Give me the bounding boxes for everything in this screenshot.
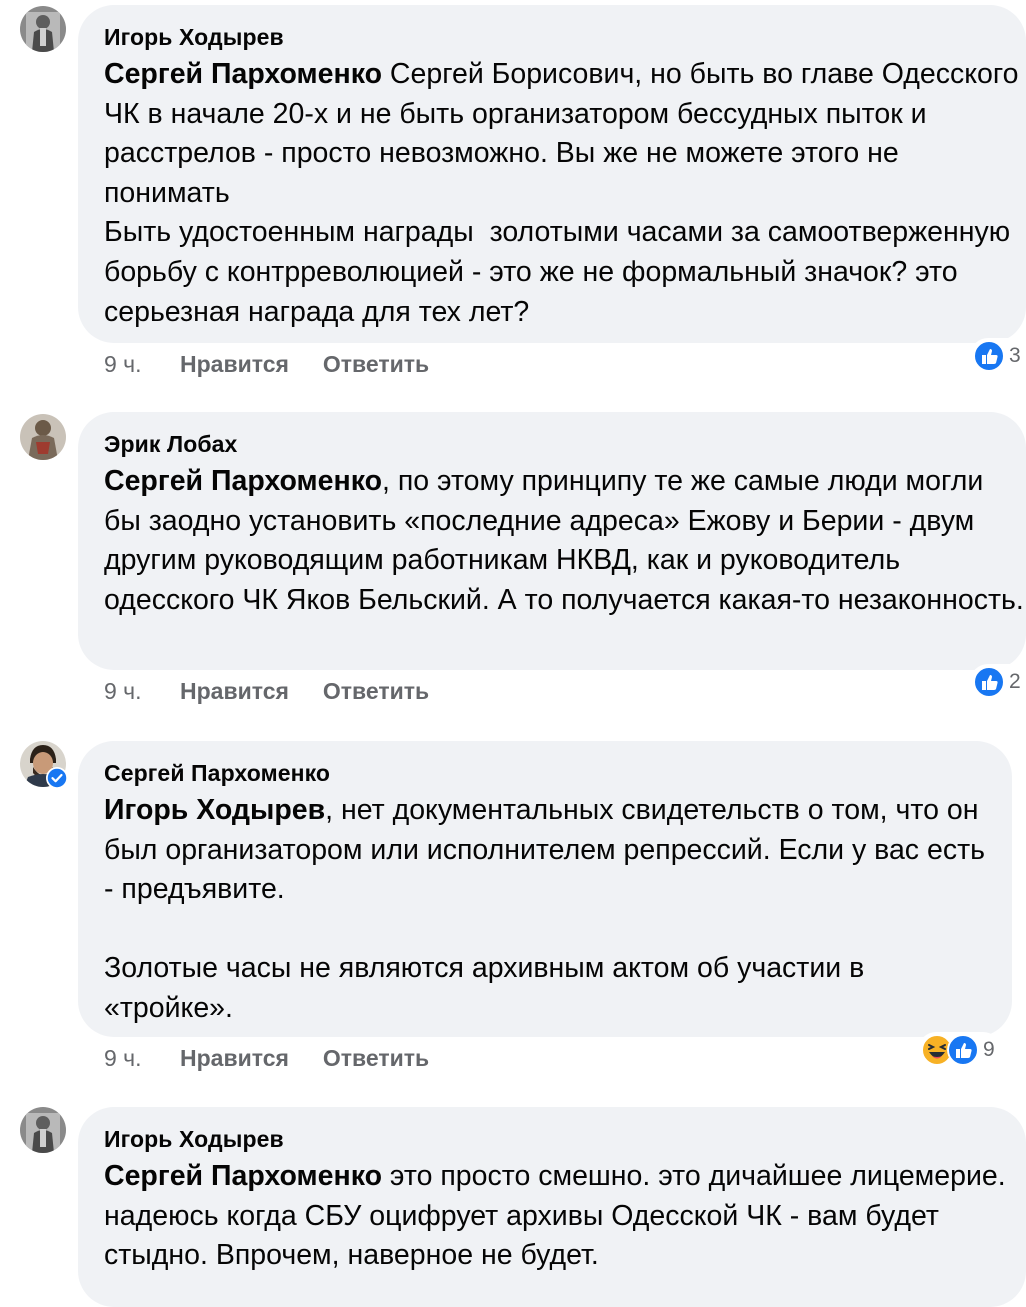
comment-text: Игорь Ходырев, нет документальных свидет…: [104, 791, 1012, 1029]
comment-author[interactable]: Эрик Лобах: [104, 430, 1026, 458]
comment-meta: 9 ч. Нравится Ответить: [104, 677, 429, 705]
mention-link[interactable]: Сергей Пархоменко: [104, 58, 382, 90]
comment-time[interactable]: 9 ч.: [104, 1044, 180, 1072]
reaction-count: 2: [1009, 670, 1021, 693]
comment-bubble: Игорь Ходырев Сергей Пархоменко Сергей Б…: [78, 5, 1026, 343]
reaction-count: 9: [983, 1038, 995, 1061]
like-icon: [947, 1034, 979, 1066]
like-button[interactable]: Нравится: [180, 350, 289, 378]
reaction-summary[interactable]: 3: [970, 338, 1026, 374]
verified-badge-icon: [46, 767, 68, 789]
reply-button[interactable]: Ответить: [323, 677, 429, 705]
mention-link[interactable]: Сергей Пархоменко: [104, 465, 382, 497]
avatar[interactable]: [20, 1107, 66, 1153]
mention-link[interactable]: Сергей Пархоменко: [104, 1160, 382, 1192]
reply-button[interactable]: Ответить: [323, 350, 429, 378]
mention-link[interactable]: Игорь Ходырев: [104, 794, 325, 826]
comment-time[interactable]: 9 ч.: [104, 677, 180, 705]
comment-text: Сергей Пархоменко Сергей Борисович, но б…: [104, 55, 1026, 332]
comment-author[interactable]: Игорь Ходырев: [104, 23, 1026, 51]
comment-body: Сергей Борисович, но быть во главе Одесс…: [104, 58, 1019, 328]
comment-time[interactable]: 9 ч.: [104, 350, 180, 378]
like-icon: [973, 666, 1005, 698]
comment-text: Сергей Пархоменко, по этому принципу те …: [104, 462, 1026, 620]
avatar[interactable]: [20, 6, 66, 52]
like-button[interactable]: Нравится: [180, 677, 289, 705]
reaction-count: 3: [1009, 344, 1021, 367]
comment-body: , нет документальных свидетельств о том,…: [104, 794, 985, 1024]
comment-bubble: Игорь Ходырев Сергей Пархоменко это прос…: [78, 1107, 1026, 1307]
avatar[interactable]: [20, 414, 66, 460]
comment-meta: 9 ч. Нравится Ответить: [104, 350, 429, 378]
comment-meta: 9 ч. Нравится Ответить: [104, 1044, 429, 1072]
comment-author[interactable]: Игорь Ходырев: [104, 1125, 1026, 1153]
reaction-summary[interactable]: 9: [918, 1032, 1001, 1068]
comment-bubble: Сергей Пархоменко Игорь Ходырев, нет док…: [78, 741, 1012, 1037]
comment-bubble: Эрик Лобах Сергей Пархоменко, по этому п…: [78, 412, 1026, 670]
like-button[interactable]: Нравится: [180, 1044, 289, 1072]
comment-author[interactable]: Сергей Пархоменко: [104, 759, 1012, 787]
reaction-summary[interactable]: 2: [970, 664, 1026, 700]
reply-button[interactable]: Ответить: [323, 1044, 429, 1072]
like-icon: [973, 340, 1005, 372]
comment-text: Сергей Пархоменко это просто смешно. это…: [104, 1157, 1026, 1276]
